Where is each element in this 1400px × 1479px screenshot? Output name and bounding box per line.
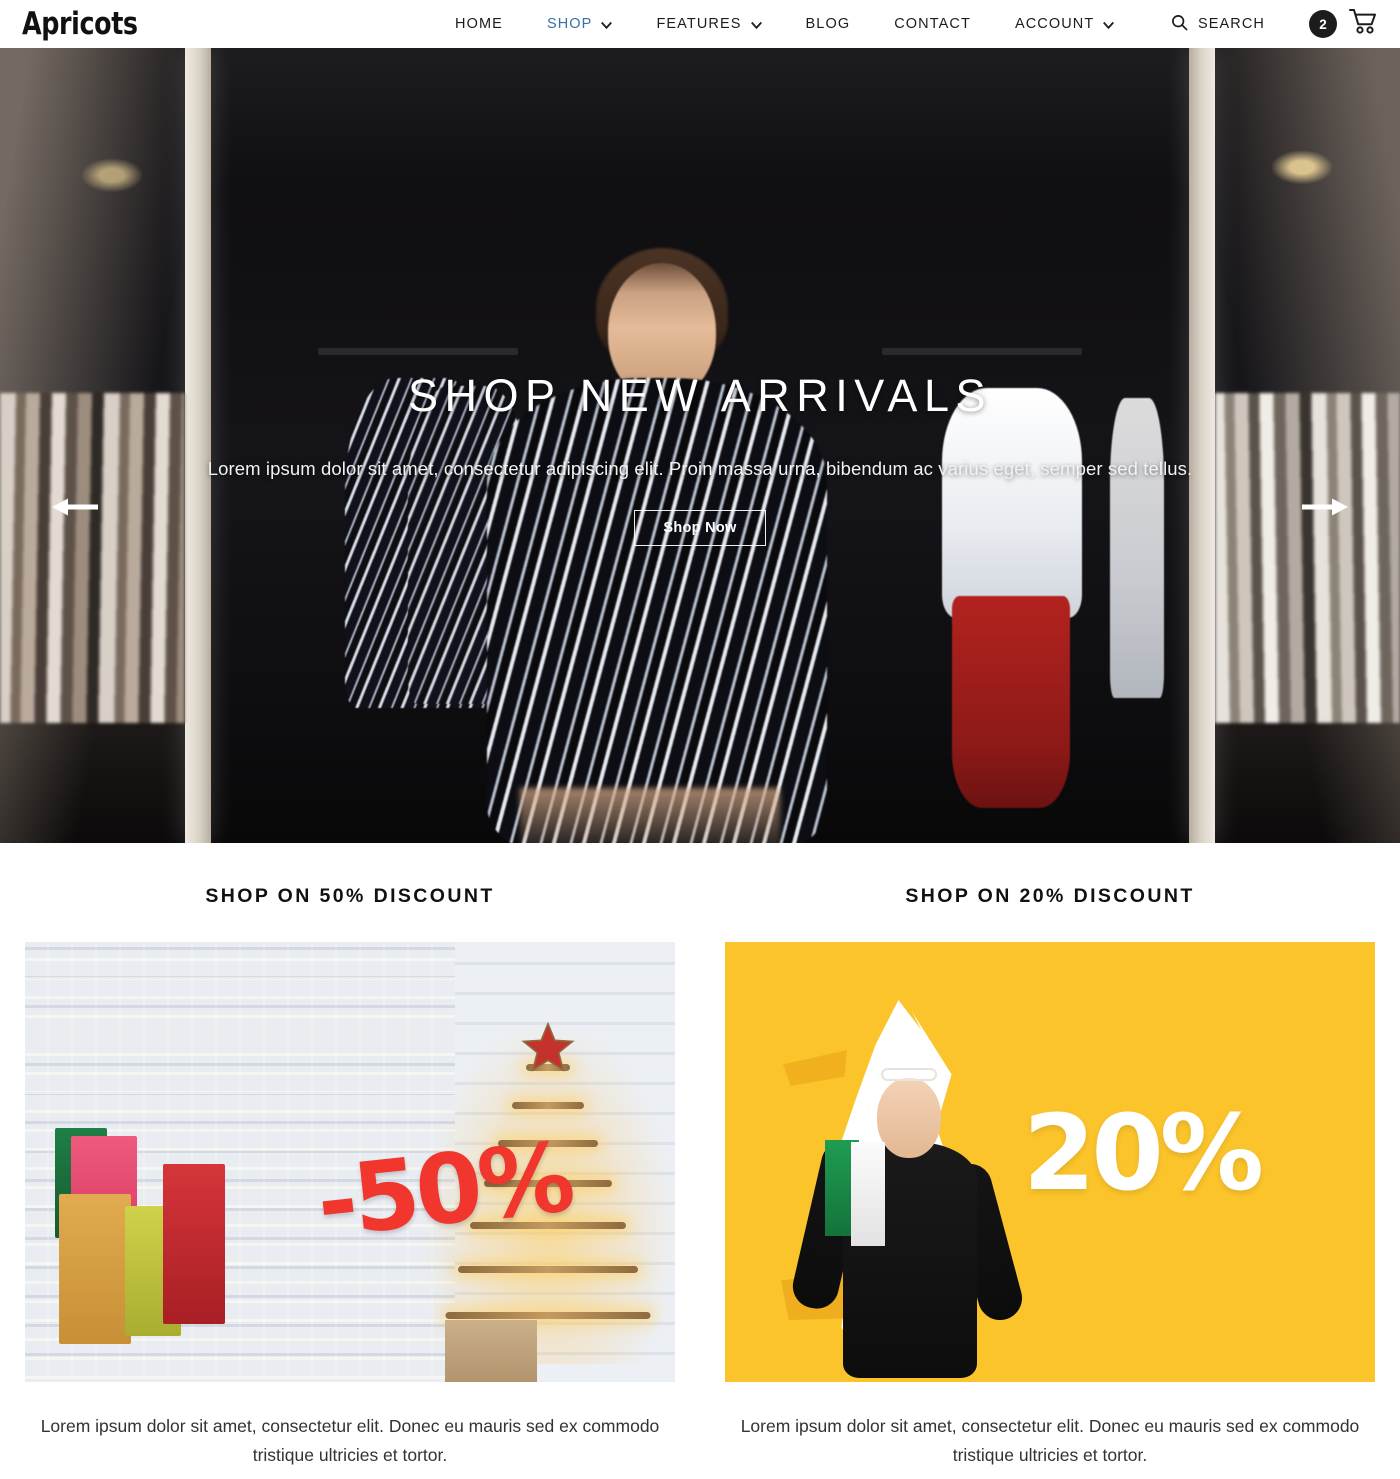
nav-item-label: HOME bbox=[455, 16, 503, 32]
chevron-down-icon bbox=[1103, 20, 1115, 31]
arrow-left-icon bbox=[52, 498, 98, 516]
promo-title: SHOP ON 20% DISCOUNT bbox=[905, 885, 1195, 907]
search-icon bbox=[1171, 14, 1188, 35]
hero-shop-now-button[interactable]: Shop Now bbox=[634, 510, 766, 546]
search-button[interactable]: SEARCH bbox=[1151, 14, 1285, 35]
promo-image-christmas[interactable]: -50% bbox=[25, 942, 675, 1382]
tree-branch bbox=[445, 1312, 651, 1319]
nav-item-account[interactable]: ACCOUNT bbox=[993, 16, 1136, 32]
nav-item-label: FEATURES bbox=[656, 16, 742, 32]
promo-section: SHOP ON 50% DISCOUNT -50% Lorem ipsum do… bbox=[0, 843, 1400, 1479]
tree-branch bbox=[512, 1102, 584, 1109]
hero-subtitle: Lorem ipsum dolor sit amet, consectetur … bbox=[207, 458, 1193, 479]
hero-content: SHOP NEW ARRIVALS Lorem ipsum dolor sit … bbox=[0, 48, 1400, 843]
hero-title: SHOP NEW ARRIVALS bbox=[408, 370, 992, 421]
cart-button[interactable]: 2 bbox=[1309, 8, 1378, 40]
nav-item-shop[interactable]: SHOP bbox=[525, 16, 635, 32]
chevron-down-icon bbox=[601, 20, 613, 31]
sunglasses-on-head bbox=[881, 1068, 937, 1081]
site-logo[interactable]: Apricots bbox=[22, 6, 138, 42]
nav-item-label: ACCOUNT bbox=[1014, 16, 1095, 32]
promo-description: Lorem ipsum dolor sit amet, consectetur … bbox=[40, 1416, 660, 1465]
nav-item-label: CONTACT bbox=[894, 16, 971, 32]
shopping-cart-icon bbox=[1348, 8, 1378, 40]
gift-box bbox=[445, 1320, 537, 1382]
arrow-right-icon bbox=[1302, 498, 1348, 516]
search-label: SEARCH bbox=[1197, 16, 1265, 32]
carousel-prev-button[interactable] bbox=[52, 496, 98, 518]
promo-description: Lorem ipsum dolor sit amet, consectetur … bbox=[740, 1416, 1360, 1465]
carousel-next-button[interactable] bbox=[1302, 496, 1348, 518]
promo-card-50: SHOP ON 50% DISCOUNT -50% Lorem ipsum do… bbox=[0, 885, 700, 1479]
promo-card-20: SHOP ON 20% DISCOUNT 20% Lorem ipsum dol… bbox=[700, 885, 1400, 1479]
main-navigation: HOME SHOP FEATURES BLOG CONTACT ACCOUNT bbox=[433, 16, 1136, 32]
discount-badge-20: 20% bbox=[1023, 1092, 1264, 1214]
model-face bbox=[877, 1078, 941, 1158]
nav-item-label: SHOP bbox=[546, 16, 593, 32]
tree-star-icon bbox=[519, 1020, 577, 1081]
shopping-bag-red bbox=[163, 1164, 225, 1324]
site-header: Apricots HOME SHOP FEATURES BLOG CONTACT… bbox=[0, 0, 1400, 48]
cart-count-badge: 2 bbox=[1309, 10, 1337, 38]
tree-branch bbox=[458, 1266, 638, 1273]
shopping-bag-white bbox=[851, 1142, 885, 1246]
hero-carousel: SHOP NEW ARRIVALS Lorem ipsum dolor sit … bbox=[0, 48, 1400, 843]
nav-item-home[interactable]: HOME bbox=[433, 16, 525, 32]
shopping-bag-tan bbox=[59, 1194, 131, 1344]
header-actions: SEARCH 2 bbox=[1151, 8, 1378, 40]
nav-item-contact[interactable]: CONTACT bbox=[872, 16, 993, 32]
nav-item-label: BLOG bbox=[805, 16, 851, 32]
promo-title: SHOP ON 50% DISCOUNT bbox=[205, 885, 495, 907]
chevron-down-icon bbox=[750, 20, 762, 31]
nav-item-blog[interactable]: BLOG bbox=[784, 16, 873, 32]
promo-image-yellow[interactable]: 20% bbox=[725, 942, 1375, 1382]
nav-item-features[interactable]: FEATURES bbox=[634, 16, 783, 32]
